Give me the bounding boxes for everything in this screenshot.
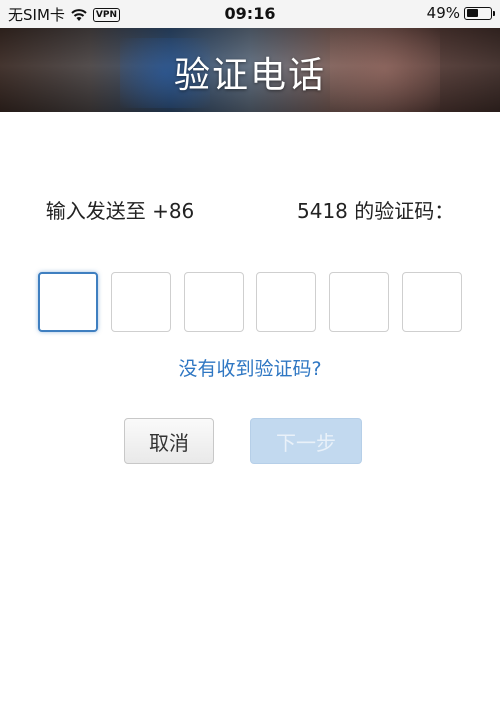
status-bar: 无SIM卡 VPN 09:16 49%	[0, 0, 500, 28]
code-digit-box[interactable]	[329, 272, 390, 332]
verification-code-input[interactable]	[38, 272, 462, 332]
code-digit-box[interactable]	[110, 272, 171, 332]
masked-phone-number	[200, 204, 291, 221]
next-button[interactable]: 下一步	[250, 418, 362, 464]
page-title: 验证电话	[173, 55, 326, 96]
battery-percent: 49%	[426, 4, 460, 22]
instruction-text: 输入发送至 +86 5418 的验证码：	[40, 196, 460, 226]
code-digit-box[interactable]	[183, 272, 244, 332]
status-time: 09:16	[224, 4, 276, 23]
code-digit-box[interactable]	[256, 272, 317, 332]
battery-fill	[466, 9, 478, 17]
instruction-prefix: 输入发送至 +86	[45, 199, 201, 223]
cancel-button[interactable]: 取消	[124, 418, 214, 464]
battery-icon	[464, 6, 495, 20]
resend-code-link[interactable]: 没有收到验证码?	[0, 354, 500, 381]
status-right: 49%	[426, 4, 495, 22]
code-digit-box[interactable]	[402, 272, 462, 332]
instruction-suffix: 5418 的验证码：	[290, 199, 455, 223]
header-banner: 验证电话	[0, 28, 500, 112]
code-digit-box[interactable]	[38, 272, 98, 332]
